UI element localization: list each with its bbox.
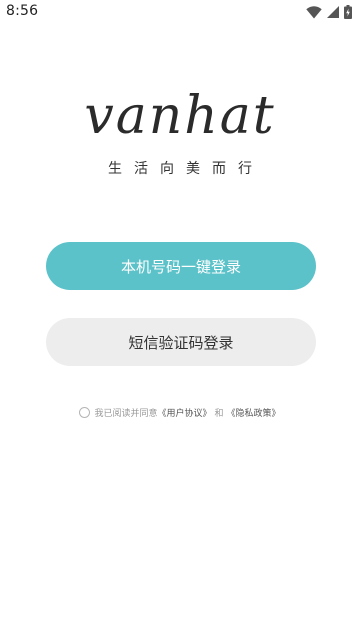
logo-slogan: 生活向美而行: [108, 161, 264, 177]
agreement-prefix: 我已阅读并同意: [94, 409, 158, 419]
battery-icon: [344, 5, 352, 19]
status-bar: 8:56: [0, 0, 360, 24]
one-click-login-button[interactable]: 本机号码一键登录: [46, 242, 316, 290]
privacy-policy-link[interactable]: 《隐私政策》: [227, 406, 281, 419]
app-logo: vanhat 生活向美而行: [0, 84, 360, 178]
wifi-icon: [306, 5, 322, 19]
sms-login-button[interactable]: 短信验证码登录: [46, 318, 316, 366]
status-icons: [306, 4, 352, 20]
agreement-conjunction: 和: [214, 409, 224, 419]
signal-icon: [327, 6, 339, 18]
logo-wordmark: vanhat: [84, 86, 276, 146]
status-time: 8:56: [6, 3, 39, 19]
agreement-row: 我已阅读并同意 《用户协议》 和 《隐私政策》: [0, 406, 360, 419]
user-agreement-link[interactable]: 《用户协议》: [157, 406, 211, 419]
agreement-checkbox[interactable]: [79, 407, 91, 418]
